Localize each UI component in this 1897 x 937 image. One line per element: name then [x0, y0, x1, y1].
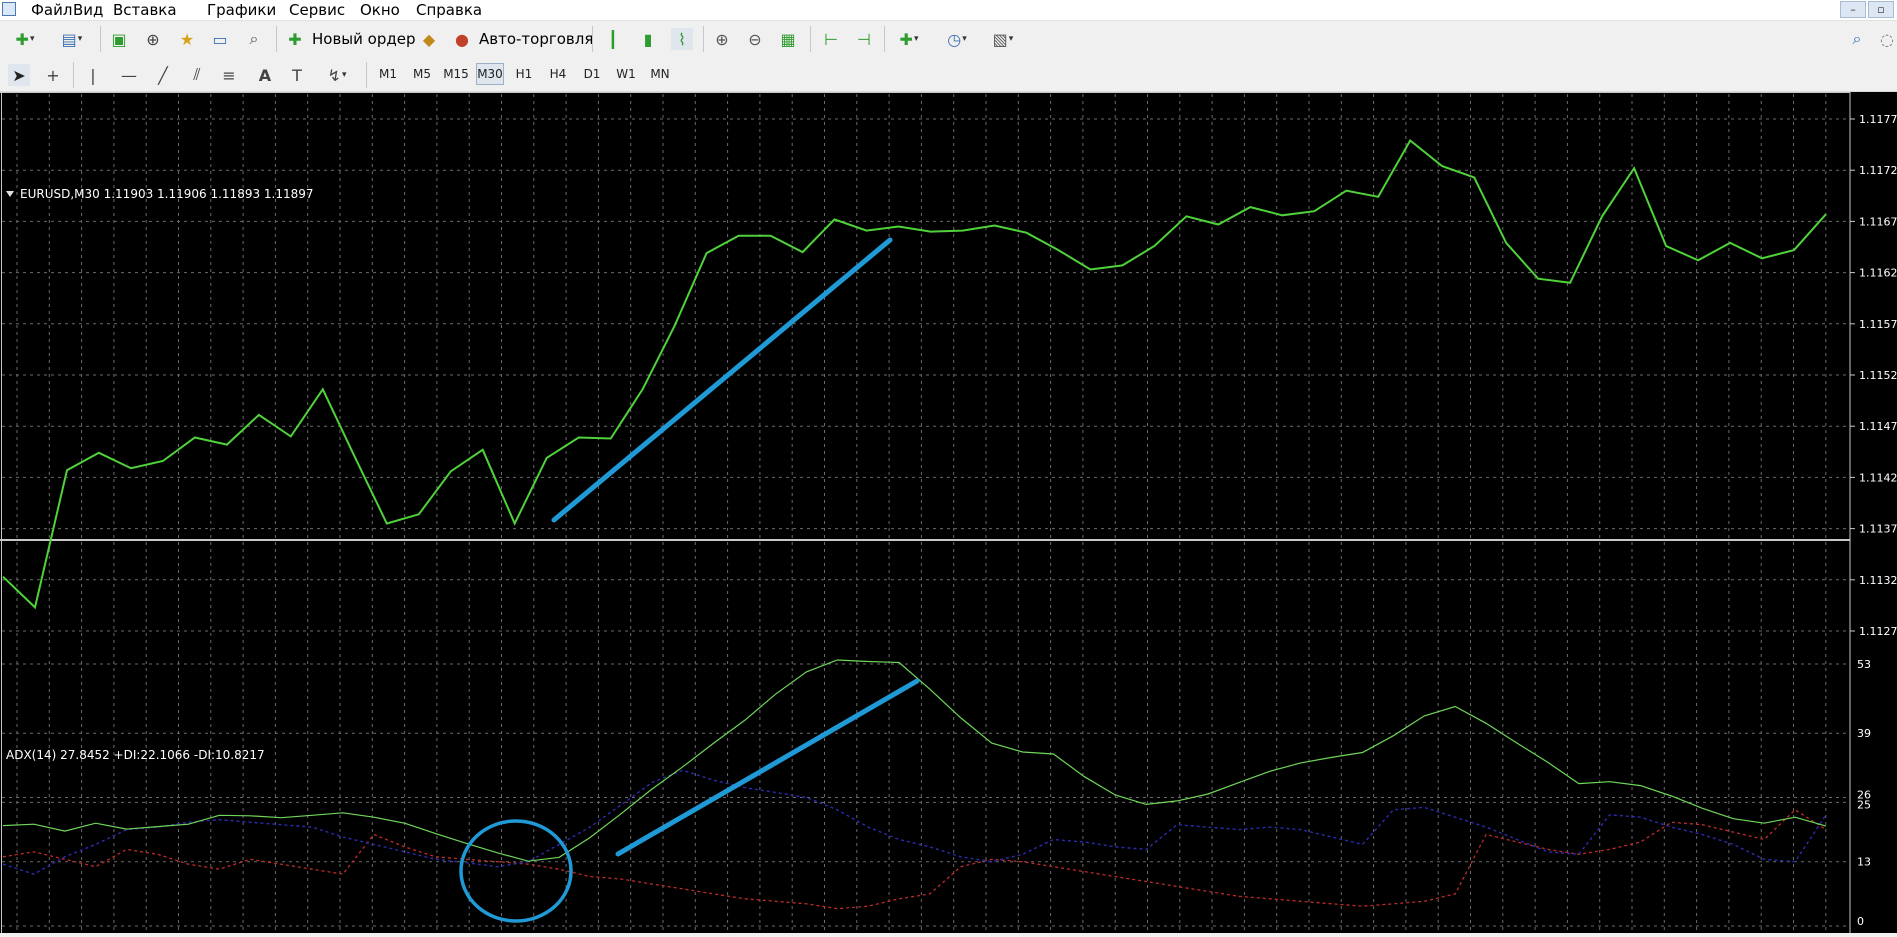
timeframe-h4[interactable]: H4 — [544, 63, 572, 85]
price-axis-label: 1.11320 — [1859, 574, 1897, 587]
price-axis-label: 1.11720 — [1859, 164, 1897, 177]
menu-bar: Файл Вид Вставка Графики Сервис Окно Спр… — [0, 0, 1897, 21]
text-label-icon[interactable]: T — [286, 64, 308, 86]
indicator-axis-label: 13 — [1857, 856, 1871, 869]
new-order-button[interactable]: Новый ордер — [312, 30, 415, 48]
minimize-button[interactable]: – — [1840, 1, 1866, 18]
candlestick-icon[interactable]: ▮ — [637, 28, 659, 50]
price-axis-label: 1.11370 — [1859, 523, 1897, 536]
zoom-out-icon[interactable]: ⊖ — [744, 28, 766, 50]
market-watch-icon[interactable]: ▣ — [108, 28, 130, 50]
restore-button[interactable]: ▫ — [1868, 1, 1894, 18]
indicator-header: ADX(14) 27.8452 +DI:22.1066 -DI:10.8217 — [6, 748, 265, 762]
data-window-icon[interactable]: ⊕ — [142, 28, 164, 50]
templates-icon[interactable]: ▧ — [986, 28, 1020, 50]
vertical-line-icon[interactable]: | — [82, 64, 104, 86]
navigator-icon[interactable]: ★ — [176, 28, 198, 50]
menu-view[interactable]: Вид — [73, 1, 103, 19]
new-order-icon[interactable]: ✚ — [284, 28, 306, 50]
timeframe-m5[interactable]: M5 — [408, 63, 436, 85]
standard-toolbar: ✚ ▤ ▣ ⊕ ★ ▭ ⌕ ✚ Новый ордер ◆ ● Авто-тор… — [0, 21, 1897, 58]
line-chart-icon[interactable]: ⌇ — [671, 28, 693, 50]
auto-trading-button[interactable]: Авто-торговля — [479, 30, 593, 48]
zoom-in-icon[interactable]: ⊕ — [711, 28, 733, 50]
chart-canvas[interactable]: 1.11770 1.11720 1.11670 1.11620 1.11570 1.115… — [0, 92, 1897, 933]
profiles-icon[interactable]: ▤ — [55, 28, 89, 50]
timeframe-w1[interactable]: W1 — [612, 63, 640, 85]
menu-charts[interactable]: Графики — [207, 1, 276, 19]
indicator-axis-label: 39 — [1857, 727, 1871, 740]
price-axis-label: 1.11470 — [1859, 420, 1897, 433]
price-axis-label: 1.11520 — [1859, 369, 1897, 382]
auto-trading-icon[interactable]: ● — [451, 28, 473, 50]
app-icon — [2, 2, 16, 16]
horizontal-line-icon[interactable]: — — [118, 64, 140, 86]
price-axis-label: 1.11570 — [1859, 318, 1897, 331]
tile-windows-icon[interactable]: ▦ — [777, 28, 799, 50]
indicator-axis-label: 0 — [1857, 915, 1864, 928]
cursor-icon[interactable]: ➤ — [8, 64, 30, 86]
periods-icon[interactable]: ◷ — [940, 28, 974, 50]
chart-header: EURUSD,M30 1.11903 1.11906 1.11893 1.118… — [20, 187, 314, 201]
menu-insert[interactable]: Вставка — [113, 1, 177, 19]
timeframe-h1[interactable]: H1 — [510, 63, 538, 85]
indicator-axis-label: 25 — [1857, 798, 1871, 811]
price-axis-label: 1.11620 — [1859, 267, 1897, 280]
fibonacci-icon[interactable]: ≡ — [218, 64, 240, 86]
indicator-axis-label: 53 — [1857, 658, 1871, 671]
price-axis-label: 1.11770 — [1859, 113, 1897, 126]
chart-window[interactable]: 1.11770 1.11720 1.11670 1.11620 1.11570 1.115… — [0, 92, 1897, 933]
indicators-icon[interactable]: ✚ — [892, 28, 926, 50]
new-chart-icon[interactable]: ✚ — [8, 28, 42, 50]
price-axis-label: 1.11270 — [1859, 625, 1897, 638]
equidistant-channel-icon[interactable]: ⫽ — [186, 64, 208, 86]
price-axis-label: 1.11420 — [1859, 471, 1897, 484]
drawing-toolbar: ➤ + | — ╱ ⫽ ≡ A T ↯ M1 M5 M15 M30 H1 H4 … — [0, 57, 1897, 92]
chat-icon[interactable]: ◌ — [1876, 28, 1897, 50]
terminal-icon[interactable]: ▭ — [209, 28, 231, 50]
autoscroll-icon[interactable]: ⊣ — [853, 28, 875, 50]
timeframe-mn[interactable]: MN — [646, 63, 674, 85]
bar-chart-icon[interactable]: ┃ — [602, 28, 624, 50]
tester-icon[interactable]: ⌕ — [243, 28, 265, 50]
menu-help[interactable]: Справка — [416, 1, 482, 19]
text-icon[interactable]: A — [254, 64, 276, 86]
menu-tools[interactable]: Сервис — [289, 1, 345, 19]
chart-shift-icon[interactable]: ⊢ — [820, 28, 842, 50]
crosshair-icon[interactable]: + — [42, 64, 64, 86]
trendline-icon[interactable]: ╱ — [152, 64, 174, 86]
menu-file[interactable]: Файл — [31, 1, 72, 19]
menu-window[interactable]: Окно — [360, 1, 400, 19]
timeframe-m30[interactable]: M30 — [476, 63, 504, 85]
arrows-icon[interactable]: ↯ — [320, 64, 354, 86]
search-icon[interactable]: ⌕ — [1846, 28, 1868, 50]
price-axis-label: 1.11670 — [1859, 215, 1897, 228]
metaeditor-icon[interactable]: ◆ — [418, 28, 440, 50]
timeframe-m15[interactable]: M15 — [442, 63, 470, 85]
timeframe-d1[interactable]: D1 — [578, 63, 606, 85]
timeframe-m1[interactable]: M1 — [374, 63, 402, 85]
